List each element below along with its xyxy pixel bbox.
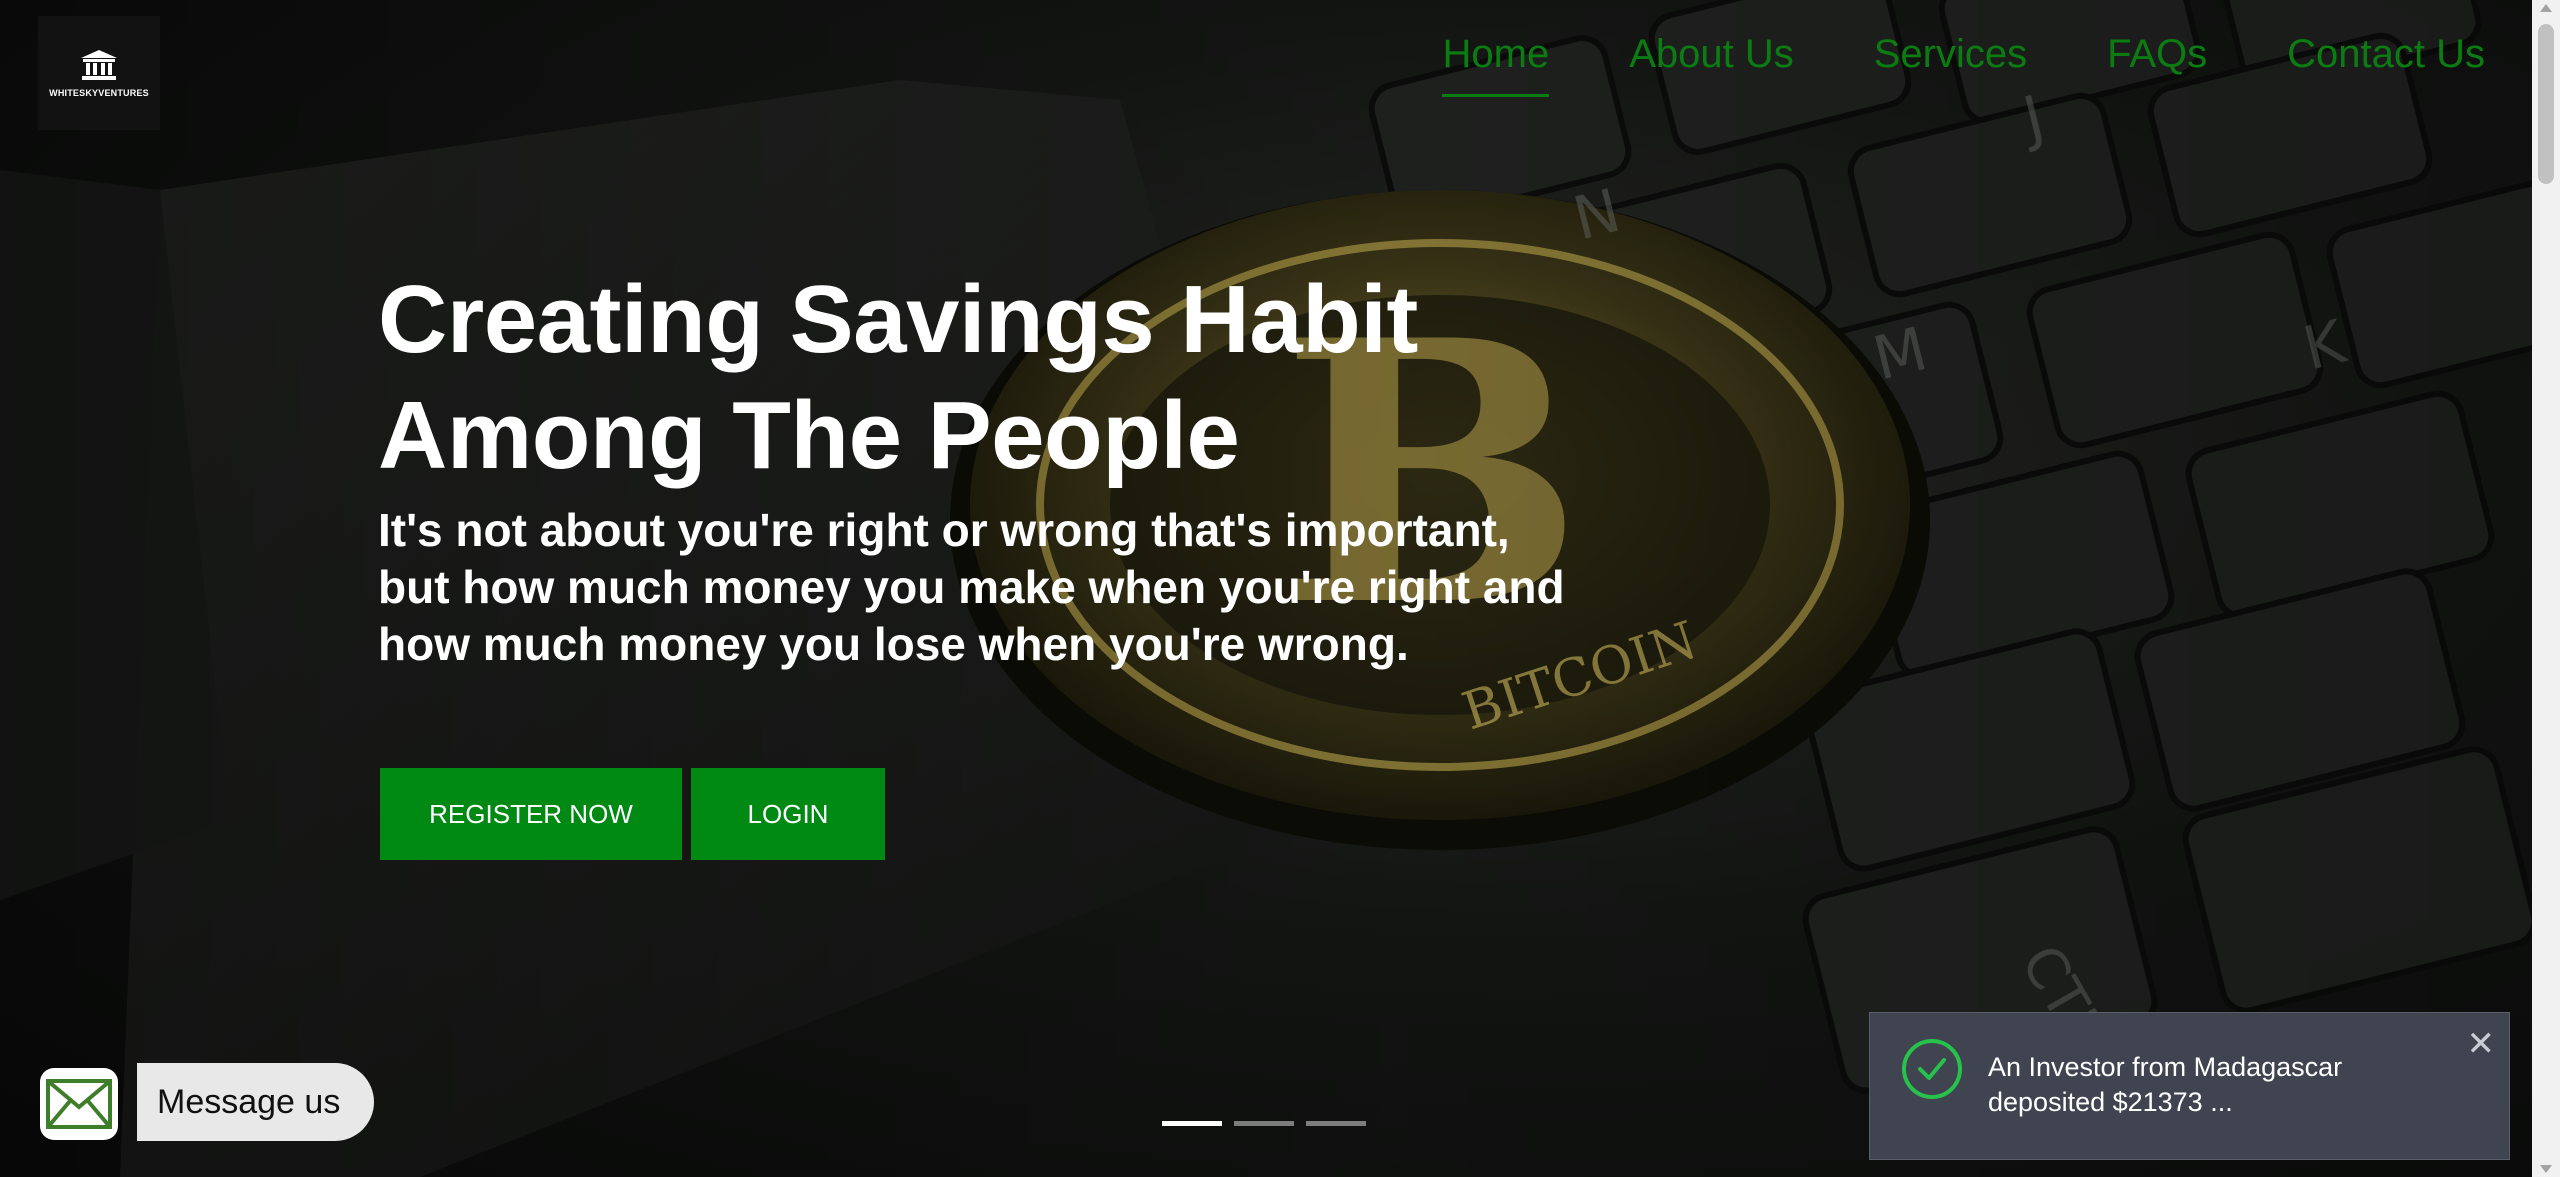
hero-title-line-1: Creating Savings Habit [378,266,1418,373]
carousel-indicator-1[interactable] [1162,1121,1222,1126]
scroll-up-arrow-icon[interactable] [2540,4,2552,12]
investor-notification-toast: An Investor from Madagascar deposited $2… [1869,1012,2510,1160]
carousel-indicator-2[interactable] [1234,1121,1294,1126]
scrollbar-thumb[interactable] [2538,24,2554,184]
hero-title: Creating Savings Habit Among The People [378,262,1478,494]
nav-contact-us[interactable]: Contact Us [2287,28,2485,97]
page-scrollbar[interactable] [2532,0,2560,1177]
toast-message: An Investor from Madagascar deposited $2… [1988,1052,2343,1117]
hero-title-line-2: Among The People [378,382,1240,489]
register-now-button[interactable]: REGISTER NOW [380,768,682,860]
nav-home[interactable]: Home [1442,28,1549,97]
checkmark-icon [1918,1058,1946,1080]
login-button[interactable]: LOGIN [691,768,885,860]
message-us-label[interactable]: Message us [137,1063,375,1141]
bank-building-icon [81,50,117,80]
check-circle-icon [1902,1039,1962,1099]
site-logo[interactable]: WHITESKYVENTURES [38,16,160,130]
carousel-indicator-3[interactable] [1306,1121,1366,1126]
scroll-down-arrow-icon[interactable] [2540,1165,2552,1173]
hero-subtitle: It's not about you're right or wrong tha… [378,504,1565,670]
logo-text: WHITESKYVENTURES [49,88,149,98]
close-icon[interactable]: ✕ [2467,1027,2496,1061]
envelope-icon [46,1079,112,1129]
nav-services[interactable]: Services [1874,28,2027,97]
nav-about-us[interactable]: About Us [1629,28,1794,97]
nav-faqs[interactable]: FAQs [2107,28,2207,97]
message-us-icon-button[interactable] [40,1068,118,1140]
page: B BITCOIN N M J K CTRL WHITESKYVENTURES [0,0,2560,1177]
main-nav: Home About Us Services FAQs Contact Us [1362,28,2485,97]
carousel-indicators [1162,1121,1366,1126]
